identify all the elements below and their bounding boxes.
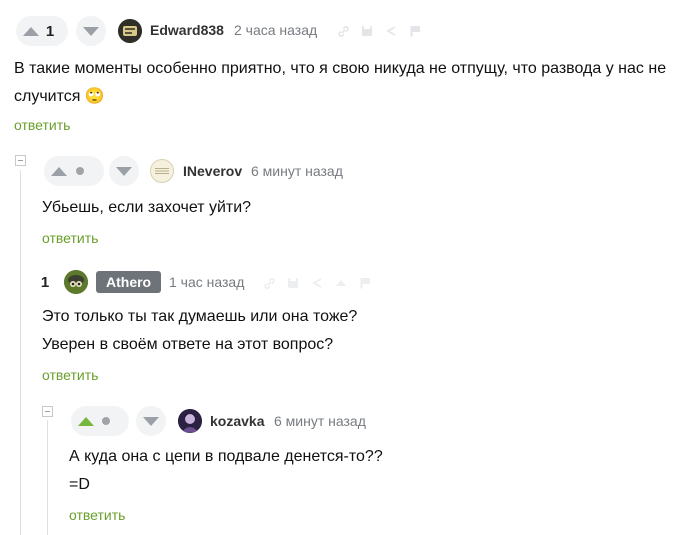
reply-link[interactable]: ответить xyxy=(42,230,98,246)
comment-line: Это только ты так думаешь или она тоже? xyxy=(42,308,358,325)
arrow-down-icon xyxy=(116,166,132,176)
author-badge[interactable]: Athero xyxy=(96,271,162,293)
comment-timestamp[interactable]: 1 час назад xyxy=(169,274,244,290)
link-icon[interactable] xyxy=(336,24,350,38)
comment-tools xyxy=(336,24,422,38)
reply-link[interactable]: ответить xyxy=(69,507,125,523)
comment-line: Уверен в своём ответе на этот вопрос? xyxy=(42,336,334,353)
comment-author[interactable]: INeverov xyxy=(183,163,242,179)
downvote-button[interactable] xyxy=(136,406,166,436)
arrow-down-icon xyxy=(143,416,159,426)
upvote-button[interactable] xyxy=(71,406,101,436)
comment-text: Убьешь, если захочет уйти? xyxy=(42,199,252,216)
comment-timestamp[interactable]: 6 минут назад xyxy=(251,163,343,179)
vote-box: 1 xyxy=(16,16,68,46)
dot-icon xyxy=(102,417,110,425)
vote-box xyxy=(71,406,129,436)
report-flag-icon[interactable] xyxy=(408,24,422,38)
avatar[interactable] xyxy=(118,19,142,43)
collapse-minus-icon xyxy=(18,160,23,161)
comment-line: А куда она с цепи в подвале денется-то?? xyxy=(69,448,383,465)
thread-line xyxy=(47,420,48,535)
reply-link[interactable]: ответить xyxy=(14,117,70,133)
comment-timestamp[interactable]: 2 часа назад xyxy=(234,22,317,38)
comment-author[interactable]: Edward838 xyxy=(150,22,224,38)
avatar-image-icon xyxy=(178,409,202,433)
collapse-thread-button[interactable] xyxy=(42,406,53,417)
downvote-button[interactable] xyxy=(76,16,106,46)
comment-line: =D xyxy=(69,476,90,493)
thread-line xyxy=(20,170,21,535)
avatar[interactable] xyxy=(150,159,174,183)
avatar-image-icon xyxy=(118,19,142,43)
avatar[interactable] xyxy=(178,409,202,433)
upvote-hidden-icon[interactable] xyxy=(334,276,348,290)
reply-link[interactable]: ответить xyxy=(42,367,98,383)
comment-rating: 1 xyxy=(40,274,50,291)
comment-tools xyxy=(262,276,372,290)
arrow-down-icon xyxy=(83,26,99,36)
avatar[interactable] xyxy=(64,270,88,294)
share-icon[interactable] xyxy=(310,276,324,290)
comment-text: Это только ты так думаешь или она тоже? … xyxy=(42,303,357,359)
arrow-up-icon xyxy=(23,26,39,36)
collapse-thread-button[interactable] xyxy=(15,155,26,166)
comment-body: В такие моменты особенно приятно, что я … xyxy=(14,60,667,105)
upvote-button[interactable] xyxy=(44,156,74,186)
arrow-up-icon xyxy=(51,166,67,176)
link-icon[interactable] xyxy=(262,276,276,290)
avatar-image-icon xyxy=(64,270,88,294)
vote-box xyxy=(44,156,104,186)
avatar-image-icon xyxy=(155,168,169,174)
comment-text: А куда она с цепи в подвале денется-то??… xyxy=(69,443,383,499)
comment-author[interactable]: kozavka xyxy=(210,413,264,429)
collapse-minus-icon xyxy=(45,411,50,412)
comment-timestamp[interactable]: 6 минут назад xyxy=(274,413,366,429)
save-icon[interactable] xyxy=(286,276,300,290)
save-icon[interactable] xyxy=(360,24,374,38)
comment-text: В такие моменты особенно приятно, что я … xyxy=(14,55,690,111)
comment-rating: 1 xyxy=(45,22,55,40)
report-flag-icon[interactable] xyxy=(358,276,372,290)
rolling-eyes-emoji: 🙄 xyxy=(84,88,105,105)
share-icon[interactable] xyxy=(384,24,398,38)
arrow-up-icon xyxy=(78,416,94,426)
downvote-button[interactable] xyxy=(109,156,139,186)
dot-icon xyxy=(76,167,84,175)
